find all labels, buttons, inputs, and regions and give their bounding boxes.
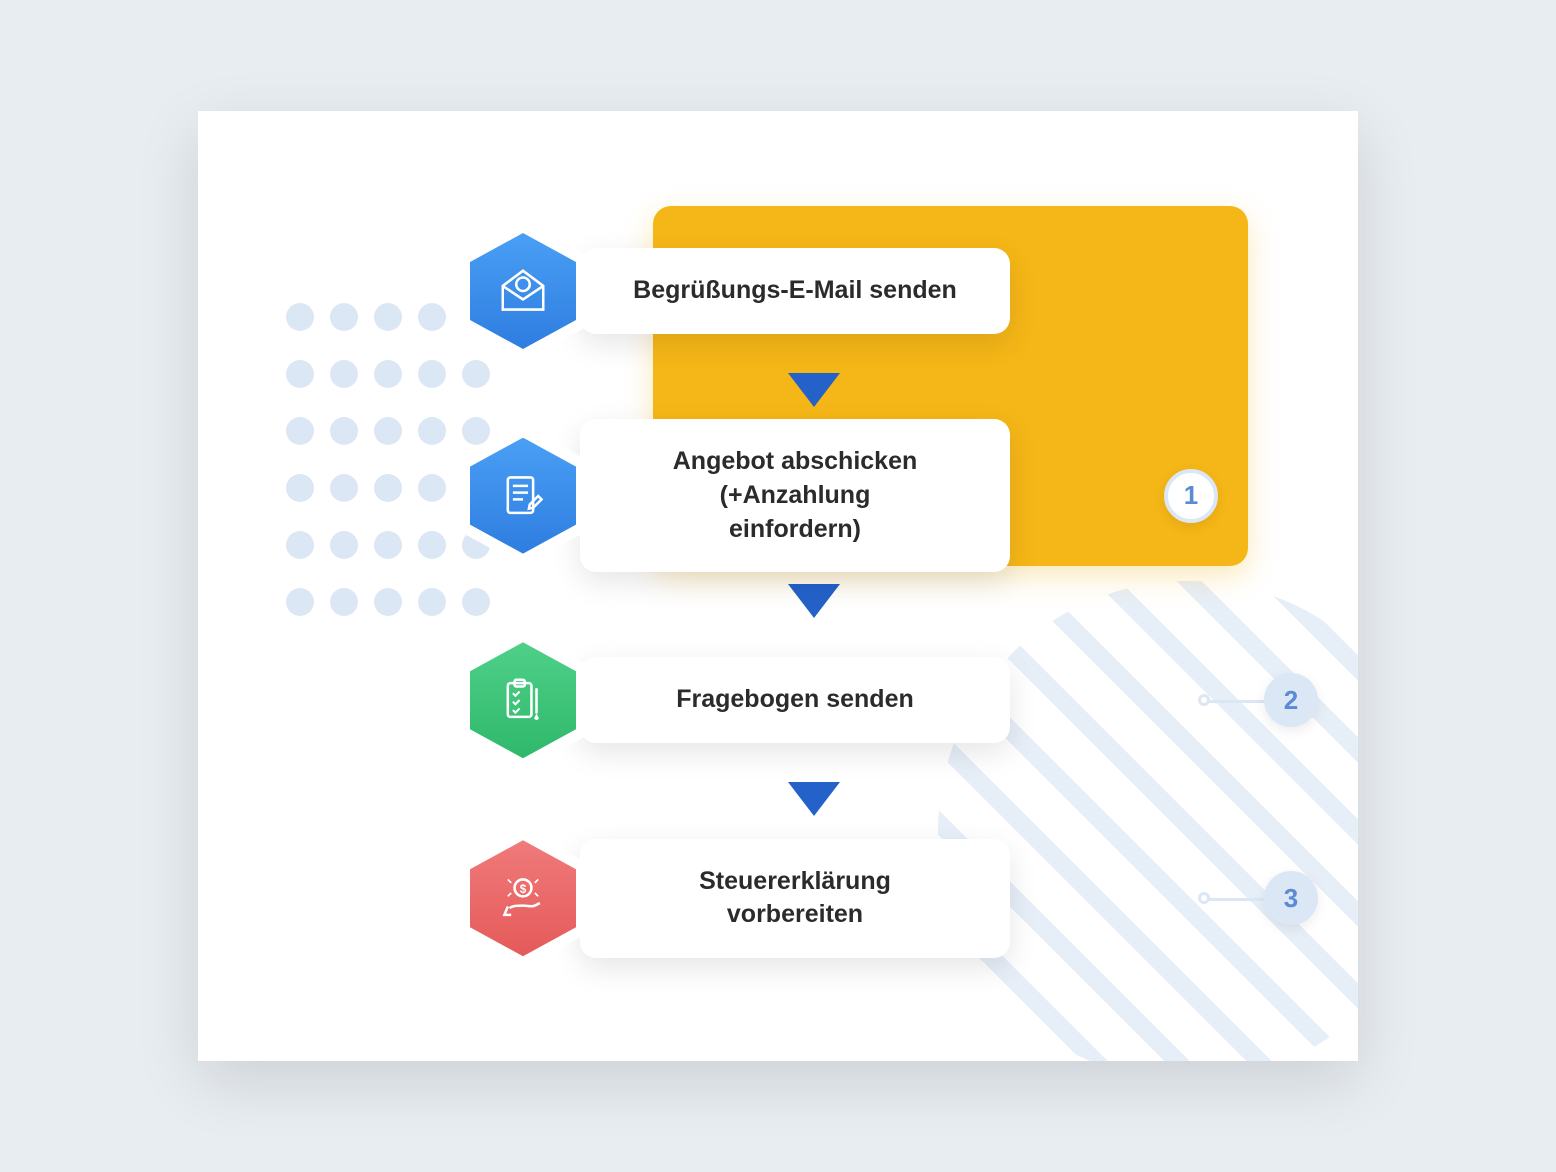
flow-arrow-icon	[788, 782, 840, 816]
workflow-step: Angebot abschicken (+Anzahlung einforder…	[458, 419, 1258, 572]
money-hand-icon: $	[496, 871, 550, 925]
step-label: Angebot abschicken (+Anzahlung einforder…	[580, 419, 1010, 572]
flow-arrow-icon	[788, 584, 840, 618]
step-number-badge: 1	[1164, 469, 1218, 523]
step-number-badge: 2	[1264, 673, 1318, 727]
step-number-badge: 3	[1264, 871, 1318, 925]
document-sign-icon	[496, 469, 550, 523]
svg-text:$: $	[520, 882, 527, 896]
step-label: Steuererklärung vorbereiten	[580, 839, 1010, 959]
step-icon-hexagon	[458, 630, 588, 770]
step-icon-hexagon	[458, 426, 588, 566]
envelope-at-icon	[496, 264, 550, 318]
step-icon-hexagon: $	[458, 828, 588, 968]
flow-arrow-icon	[788, 373, 840, 407]
workflow-card: Begrüßungs-E-Mail senden Angebot abschic…	[198, 111, 1358, 1061]
workflow-step: Begrüßungs-E-Mail senden	[458, 221, 1258, 361]
clipboard-check-icon	[496, 673, 550, 727]
workflow-container: Begrüßungs-E-Mail senden Angebot abschic…	[458, 221, 1258, 996]
step-label: Fragebogen senden	[580, 657, 1010, 743]
step-icon-hexagon	[458, 221, 588, 361]
workflow-step: $ Steuererklärung vorbereiten 3	[458, 828, 1258, 968]
workflow-step: Fragebogen senden 2	[458, 630, 1258, 770]
step-label: Begrüßungs-E-Mail senden	[580, 248, 1010, 334]
